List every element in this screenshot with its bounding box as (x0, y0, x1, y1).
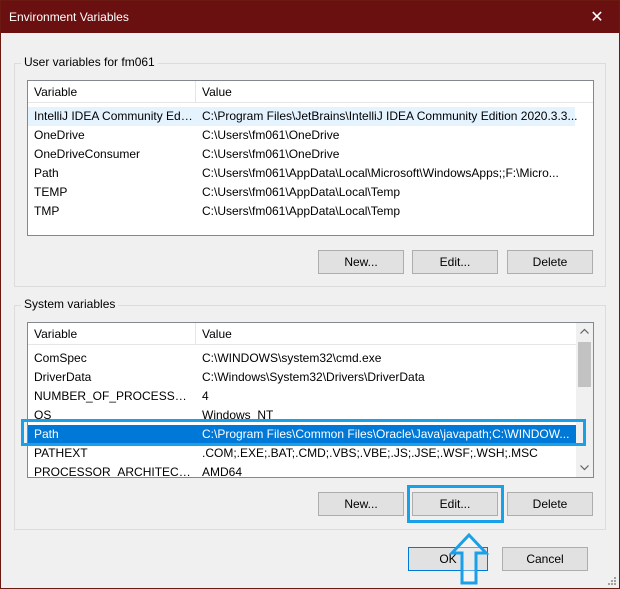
variable-name: IntelliJ IDEA Community Editi... (34, 109, 194, 123)
variable-value: C:\Users\fm061\OneDrive (202, 128, 340, 142)
system-delete-button[interactable]: Delete (507, 492, 593, 516)
environment-variables-dialog: Environment Variables ✕ User variables f… (0, 0, 620, 589)
user-variables-list[interactable]: Variable Value IntelliJ IDEA Community E… (27, 80, 594, 236)
list-item[interactable]: TMP C:\Users\fm061\AppData\Local\Temp (28, 202, 575, 221)
variable-name: OneDrive (34, 128, 85, 142)
variable-value: AMD64 (202, 465, 243, 478)
variable-value: C:\Users\fm061\AppData\Local\Microsoft\W… (202, 166, 559, 180)
system-new-button[interactable]: New... (318, 492, 404, 516)
list-item[interactable]: OneDriveConsumer C:\Users\fm061\OneDrive (28, 145, 575, 164)
user-new-button[interactable]: New... (318, 250, 404, 274)
scrollbar-thumb[interactable] (578, 342, 591, 387)
system-list-header: Variable Value (28, 323, 593, 345)
variable-name: TMP (34, 204, 60, 218)
cancel-button[interactable]: Cancel (502, 547, 588, 571)
path-row-highlight (21, 419, 586, 446)
dialog-body: User variables for fm061 Variable Value … (1, 33, 619, 588)
variable-name: PROCESSOR_ARCHITECTURE (34, 465, 194, 478)
column-header-value[interactable]: Value (196, 323, 593, 345)
column-header-value[interactable]: Value (196, 81, 593, 103)
resize-grip-icon[interactable] (607, 576, 617, 586)
variable-value: C:\Users\fm061\AppData\Local\Temp (202, 185, 401, 199)
list-item[interactable]: TEMP C:\Users\fm061\AppData\Local\Temp (28, 183, 575, 202)
variable-value: C:\Users\fm061\AppData\Local\Temp (202, 204, 401, 218)
user-list-header: Variable Value (28, 81, 593, 103)
window-title: Environment Variables (9, 10, 129, 24)
column-header-variable[interactable]: Variable (28, 81, 196, 103)
variable-name: Path (34, 166, 59, 180)
edit-button-highlight (407, 485, 504, 523)
list-item[interactable]: DriverData C:\Windows\System32\Drivers\D… (28, 368, 576, 387)
chevron-up-icon[interactable] (576, 323, 593, 340)
column-header-variable[interactable]: Variable (28, 323, 196, 345)
variable-value: C:\Users\fm061\OneDrive (202, 147, 340, 161)
vertical-scrollbar[interactable] (576, 323, 593, 477)
variable-name: OneDriveConsumer (34, 147, 141, 161)
user-variables-label: User variables for fm061 (21, 55, 158, 69)
variable-name: DriverData (34, 370, 92, 384)
variable-value: .COM;.EXE;.BAT;.CMD;.VBS;.VBE;.JS;.JSE;.… (202, 446, 538, 460)
list-item[interactable]: NUMBER_OF_PROCESSORS 4 (28, 387, 576, 406)
list-item[interactable]: PATHEXT .COM;.EXE;.BAT;.CMD;.VBS;.VBE;.J… (28, 444, 576, 463)
title-bar: Environment Variables ✕ (1, 1, 619, 33)
user-edit-button[interactable]: Edit... (412, 250, 498, 274)
variable-value: C:\Windows\System32\Drivers\DriverData (202, 370, 425, 384)
list-item[interactable]: PROCESSOR_ARCHITECTURE AMD64 (28, 463, 576, 478)
variable-name: TEMP (34, 185, 68, 199)
list-item[interactable]: IntelliJ IDEA Community Editi... C:\Prog… (28, 107, 578, 126)
variable-name: NUMBER_OF_PROCESSORS (34, 389, 194, 403)
up-arrow-icon (449, 533, 489, 585)
system-variables-label: System variables (21, 297, 119, 311)
close-icon[interactable]: ✕ (579, 1, 615, 33)
variable-value: C:\WINDOWS\system32\cmd.exe (202, 351, 382, 365)
list-item[interactable]: Path C:\Users\fm061\AppData\Local\Micros… (28, 164, 575, 183)
variable-name: ComSpec (34, 351, 87, 365)
variable-value: 4 (202, 389, 209, 403)
variable-name: PATHEXT (34, 446, 88, 460)
list-item[interactable]: OneDrive C:\Users\fm061\OneDrive (28, 126, 575, 145)
user-delete-button[interactable]: Delete (507, 250, 593, 274)
variable-value: C:\Program Files\JetBrains\IntelliJ IDEA… (202, 109, 578, 123)
chevron-down-icon[interactable] (576, 460, 593, 477)
system-variables-list[interactable]: Variable Value ComSpec C:\WINDOWS\system… (27, 322, 594, 478)
list-item[interactable]: ComSpec C:\WINDOWS\system32\cmd.exe (28, 349, 576, 368)
